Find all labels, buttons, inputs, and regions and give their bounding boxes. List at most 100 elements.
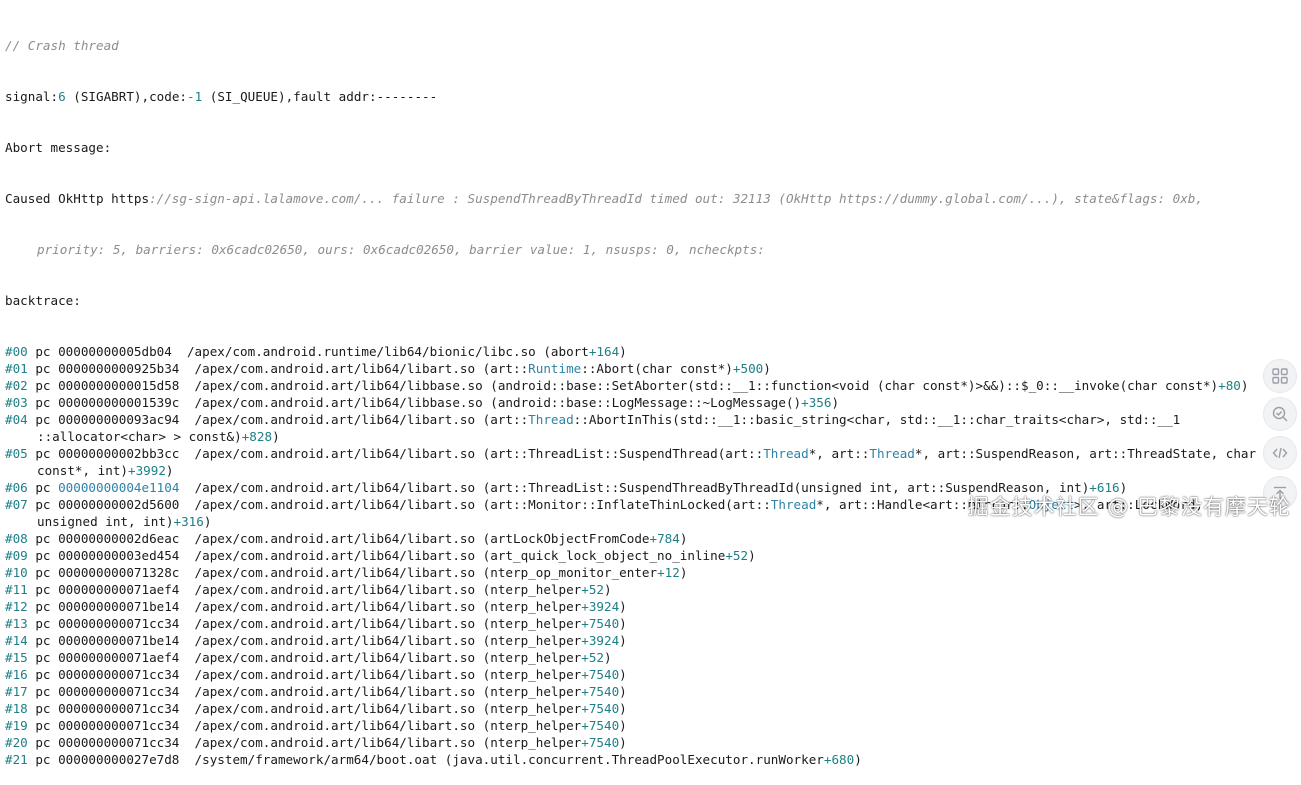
backtrace-frames: #00 pc 00000000005db04 /apex/com.android…	[5, 343, 1297, 768]
frame-text: pc 000000000071328c /apex/com.android.ar…	[27, 565, 658, 580]
signal-line: signal:6 (SIGABRT),code:-1 (SI_QUEUE),fa…	[5, 89, 438, 104]
frame-offset: +680	[823, 752, 855, 767]
frame-index: #14	[5, 633, 28, 648]
frame-index: #12	[5, 599, 28, 614]
frame-text: pc 000000000071aef4 /apex/com.android.ar…	[27, 650, 582, 665]
frame-index: #04	[5, 412, 28, 427]
frame-text: pc 0000000000015d58 /apex/com.android.ar…	[27, 378, 1219, 393]
frame-symbol: Thread	[528, 412, 574, 427]
frame-offset: +3992	[128, 463, 166, 478]
frame-text: pc 000000000071cc34 /apex/com.android.ar…	[27, 735, 582, 750]
backtrace-frame: #15 pc 000000000071aef4 /apex/com.androi…	[5, 650, 612, 665]
frame-text: pc 000000000093ac94 /apex/com.android.ar…	[27, 412, 529, 427]
frame-text: pc 000000000071cc34 /apex/com.android.ar…	[27, 718, 582, 733]
backtrace-frame: #14 pc 000000000071be14 /apex/com.androi…	[5, 633, 627, 648]
frame-index: #16	[5, 667, 28, 682]
backtrace-frame: #10 pc 000000000071328c /apex/com.androi…	[5, 565, 688, 580]
grid-icon[interactable]	[1263, 359, 1297, 393]
frame-text: pc 000000000071cc34 /apex/com.android.ar…	[27, 684, 582, 699]
frame-offset: +828	[241, 429, 273, 444]
backtrace-frame: #09 pc 00000000003ed454 /apex/com.androi…	[5, 548, 756, 563]
frame-index: #20	[5, 735, 28, 750]
signal-number: 6	[58, 89, 66, 104]
frame-index: #17	[5, 684, 28, 699]
frame-offset: +3924	[581, 633, 620, 648]
frame-text: pc 000000000027e7d8 /system/framework/ar…	[27, 752, 824, 767]
frame-offset: +7540	[581, 718, 620, 733]
frame-offset: +316	[173, 514, 204, 529]
frame-index: #02	[5, 378, 28, 393]
frame-text: pc 000000000071cc34 /apex/com.android.ar…	[27, 667, 582, 682]
frame-symbol: Thread	[869, 446, 915, 461]
frame-text: pc 000000000071cc34 /apex/com.android.ar…	[27, 701, 582, 716]
backtrace-frame: #04 pc 000000000093ac94 /apex/com.androi…	[5, 412, 1181, 427]
backtrace-frame: #13 pc 000000000071cc34 /apex/com.androi…	[5, 616, 627, 631]
frame-symbol: Runtime	[528, 361, 582, 376]
frame-text: pc 000000000071be14 /apex/com.android.ar…	[27, 633, 582, 648]
frame-text: pc 00000000002d5600 /apex/com.android.ar…	[27, 497, 771, 512]
frame-text: pc 000000000071aef4 /apex/com.android.ar…	[27, 582, 582, 597]
frame-text: pc 000000000071cc34 /apex/com.android.ar…	[27, 616, 582, 631]
backtrace-frame: #20 pc 000000000071cc34 /apex/com.androi…	[5, 735, 627, 750]
watermark: 掘金技术社区 @ 巴黎没有摩天轮	[967, 495, 1291, 519]
code-number: -1	[187, 89, 203, 104]
frame-index: #15	[5, 650, 28, 665]
frame-offset: +356	[801, 395, 832, 410]
backtrace-frame: #19 pc 000000000071cc34 /apex/com.androi…	[5, 718, 627, 733]
backtrace-frame: #00 pc 00000000005db04 /apex/com.android…	[5, 344, 627, 359]
frame-index: #06	[5, 480, 28, 495]
backtrace-frame-cont: const*, int)+3992)	[37, 463, 174, 478]
frame-address: 00000000004e1104	[58, 480, 180, 495]
frame-offset: +7540	[581, 667, 620, 682]
backtrace-frame: #02 pc 0000000000015d58 /apex/com.androi…	[5, 378, 1249, 393]
frame-index: #19	[5, 718, 28, 733]
frame-text: pc 00000000002bb3cc /apex/com.android.ar…	[27, 446, 764, 461]
crash-log: // Crash thread signal:6 (SIGABRT),code:…	[5, 3, 1297, 785]
backtrace-frame: #11 pc 000000000071aef4 /apex/com.androi…	[5, 582, 612, 597]
frame-index: #00	[5, 344, 28, 359]
frame-index: #09	[5, 548, 28, 563]
backtrace-frame: #17 pc 000000000071cc34 /apex/com.androi…	[5, 684, 627, 699]
frame-index: #10	[5, 565, 28, 580]
backtrace-frame: #05 pc 00000000002bb3cc /apex/com.androi…	[5, 446, 1257, 461]
backtrace-frame: #01 pc 0000000000925b34 /apex/com.androi…	[5, 361, 771, 376]
frame-offset: +7540	[581, 684, 620, 699]
frame-offset: +500	[732, 361, 764, 376]
frame-index: #11	[5, 582, 28, 597]
frame-text: pc 0000000000925b34 /apex/com.android.ar…	[27, 361, 529, 376]
caused-line: Caused OkHttp https://sg-sign-api.lalamo…	[5, 191, 1203, 206]
frame-index: #07	[5, 497, 28, 512]
frame-text: /apex/com.android.art/lib64/libart.so (a…	[179, 480, 1090, 495]
backtrace-frame: #12 pc 000000000071be14 /apex/com.androi…	[5, 599, 627, 614]
frame-index: #01	[5, 361, 28, 376]
refresh-search-icon[interactable]	[1263, 397, 1297, 431]
backtrace-frame: #03 pc 000000000001539c /apex/com.androi…	[5, 395, 840, 410]
frame-symbol: Thread	[770, 497, 817, 512]
frame-text: pc 000000000001539c /apex/com.android.ar…	[27, 395, 802, 410]
backtrace-frame: #16 pc 000000000071cc34 /apex/com.androi…	[5, 667, 627, 682]
frame-index: #13	[5, 616, 28, 631]
frame-text: pc 00000000005db04 /apex/com.android.run…	[27, 344, 589, 359]
backtrace-frame-cont: ::allocator<char> > const&)+828)	[37, 429, 280, 444]
caused-detail-cont: priority: 5, barriers: 0x6cadc02650, our…	[37, 242, 765, 257]
frame-index: #05	[5, 446, 28, 461]
frame-index: #21	[5, 752, 28, 767]
frame-index: #18	[5, 701, 28, 716]
frame-index: #03	[5, 395, 28, 410]
frame-offset: +12	[657, 565, 680, 580]
caused-detail: ://sg-sign-api.lalamove.com/... failure …	[149, 191, 1203, 206]
backtrace-frame: #18 pc 000000000071cc34 /apex/com.androi…	[5, 701, 627, 716]
frame-offset: +80	[1218, 378, 1241, 393]
frame-offset: +52	[581, 582, 604, 597]
frame-text: pc 00000000003ed454 /apex/com.android.ar…	[27, 548, 726, 563]
abort-message: Abort message:	[5, 140, 112, 155]
backtrace-label: backtrace:	[5, 293, 81, 308]
code-icon[interactable]	[1263, 436, 1297, 470]
frame-offset: +52	[725, 548, 749, 563]
backtrace-frame: #21 pc 000000000027e7d8 /system/framewor…	[5, 752, 862, 767]
frame-offset: +7540	[581, 701, 620, 716]
frame-offset: +7540	[581, 616, 620, 631]
frame-offset: +3924	[581, 599, 620, 614]
frame-offset: +52	[581, 650, 604, 665]
frame-offset: +7540	[581, 735, 620, 750]
